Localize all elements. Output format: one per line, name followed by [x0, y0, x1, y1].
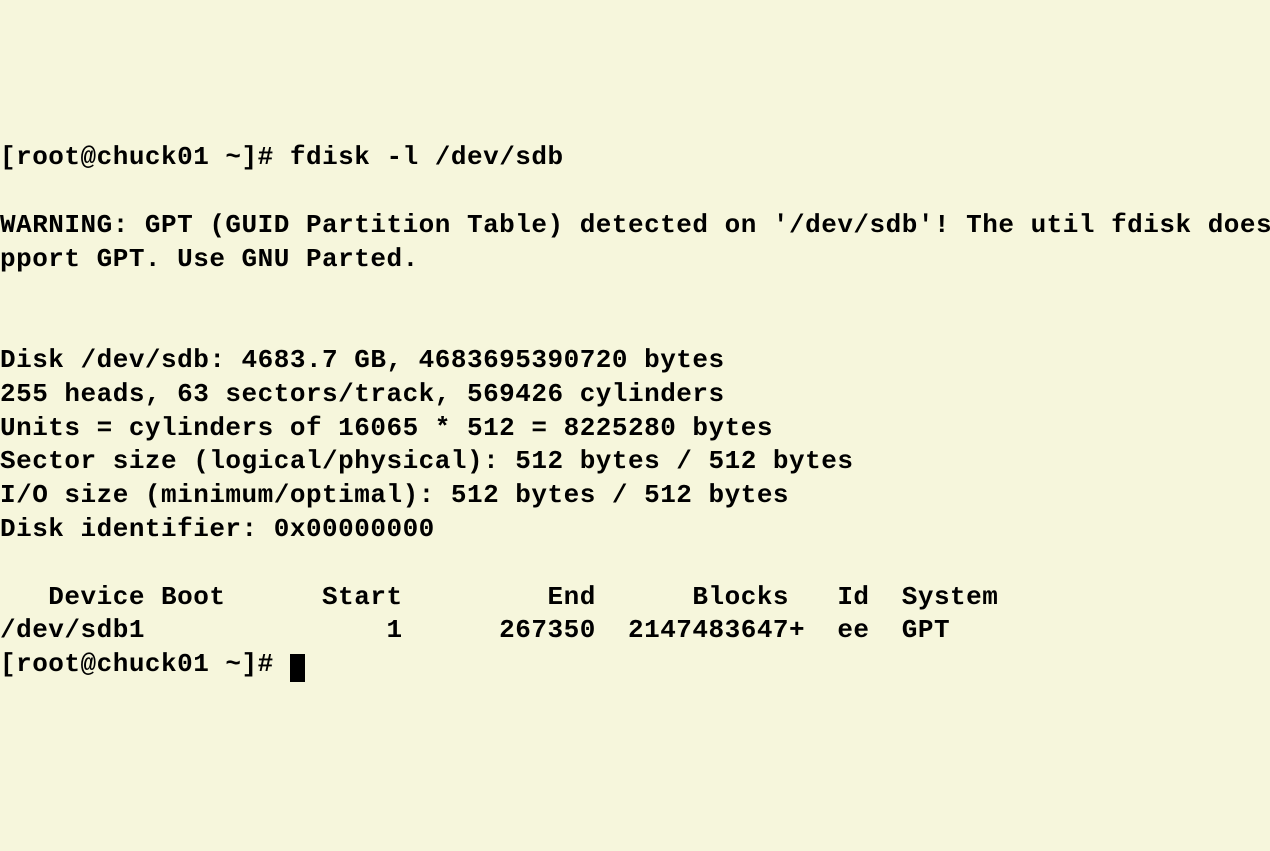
- shell-prompt: [root@chuck01 ~]#: [0, 142, 290, 172]
- disk-id-line: Disk identifier: 0x00000000: [0, 513, 1270, 547]
- sector-size-line: Sector size (logical/physical): 512 byte…: [0, 445, 1270, 479]
- blank-line: [0, 175, 1270, 209]
- warning-line-1: WARNING: GPT (GUID Partition Table) dete…: [0, 209, 1270, 243]
- blank-line: [0, 310, 1270, 344]
- blank-line: [0, 276, 1270, 310]
- command-text: fdisk -l /dev/sdb: [290, 142, 564, 172]
- blank-line: [0, 547, 1270, 581]
- geometry-line: 255 heads, 63 sectors/track, 569426 cyli…: [0, 378, 1270, 412]
- disk-info-line: Disk /dev/sdb: 4683.7 GB, 4683695390720 …: [0, 344, 1270, 378]
- warning-line-2: pport GPT. Use GNU Parted.: [0, 243, 1270, 277]
- cursor-icon: [290, 654, 305, 682]
- command-line-2: [root@chuck01 ~]#: [0, 648, 1270, 682]
- partition-table-header: Device Boot Start End Blocks Id System: [0, 581, 1270, 615]
- io-size-line: I/O size (minimum/optimal): 512 bytes / …: [0, 479, 1270, 513]
- units-line: Units = cylinders of 16065 * 512 = 82252…: [0, 412, 1270, 446]
- shell-prompt: [root@chuck01 ~]#: [0, 649, 290, 679]
- terminal-output[interactable]: [root@chuck01 ~]# fdisk -l /dev/sdb WARN…: [0, 141, 1270, 682]
- command-line-1: [root@chuck01 ~]# fdisk -l /dev/sdb: [0, 141, 1270, 175]
- partition-table-row: /dev/sdb1 1 267350 2147483647+ ee GPT: [0, 614, 1270, 648]
